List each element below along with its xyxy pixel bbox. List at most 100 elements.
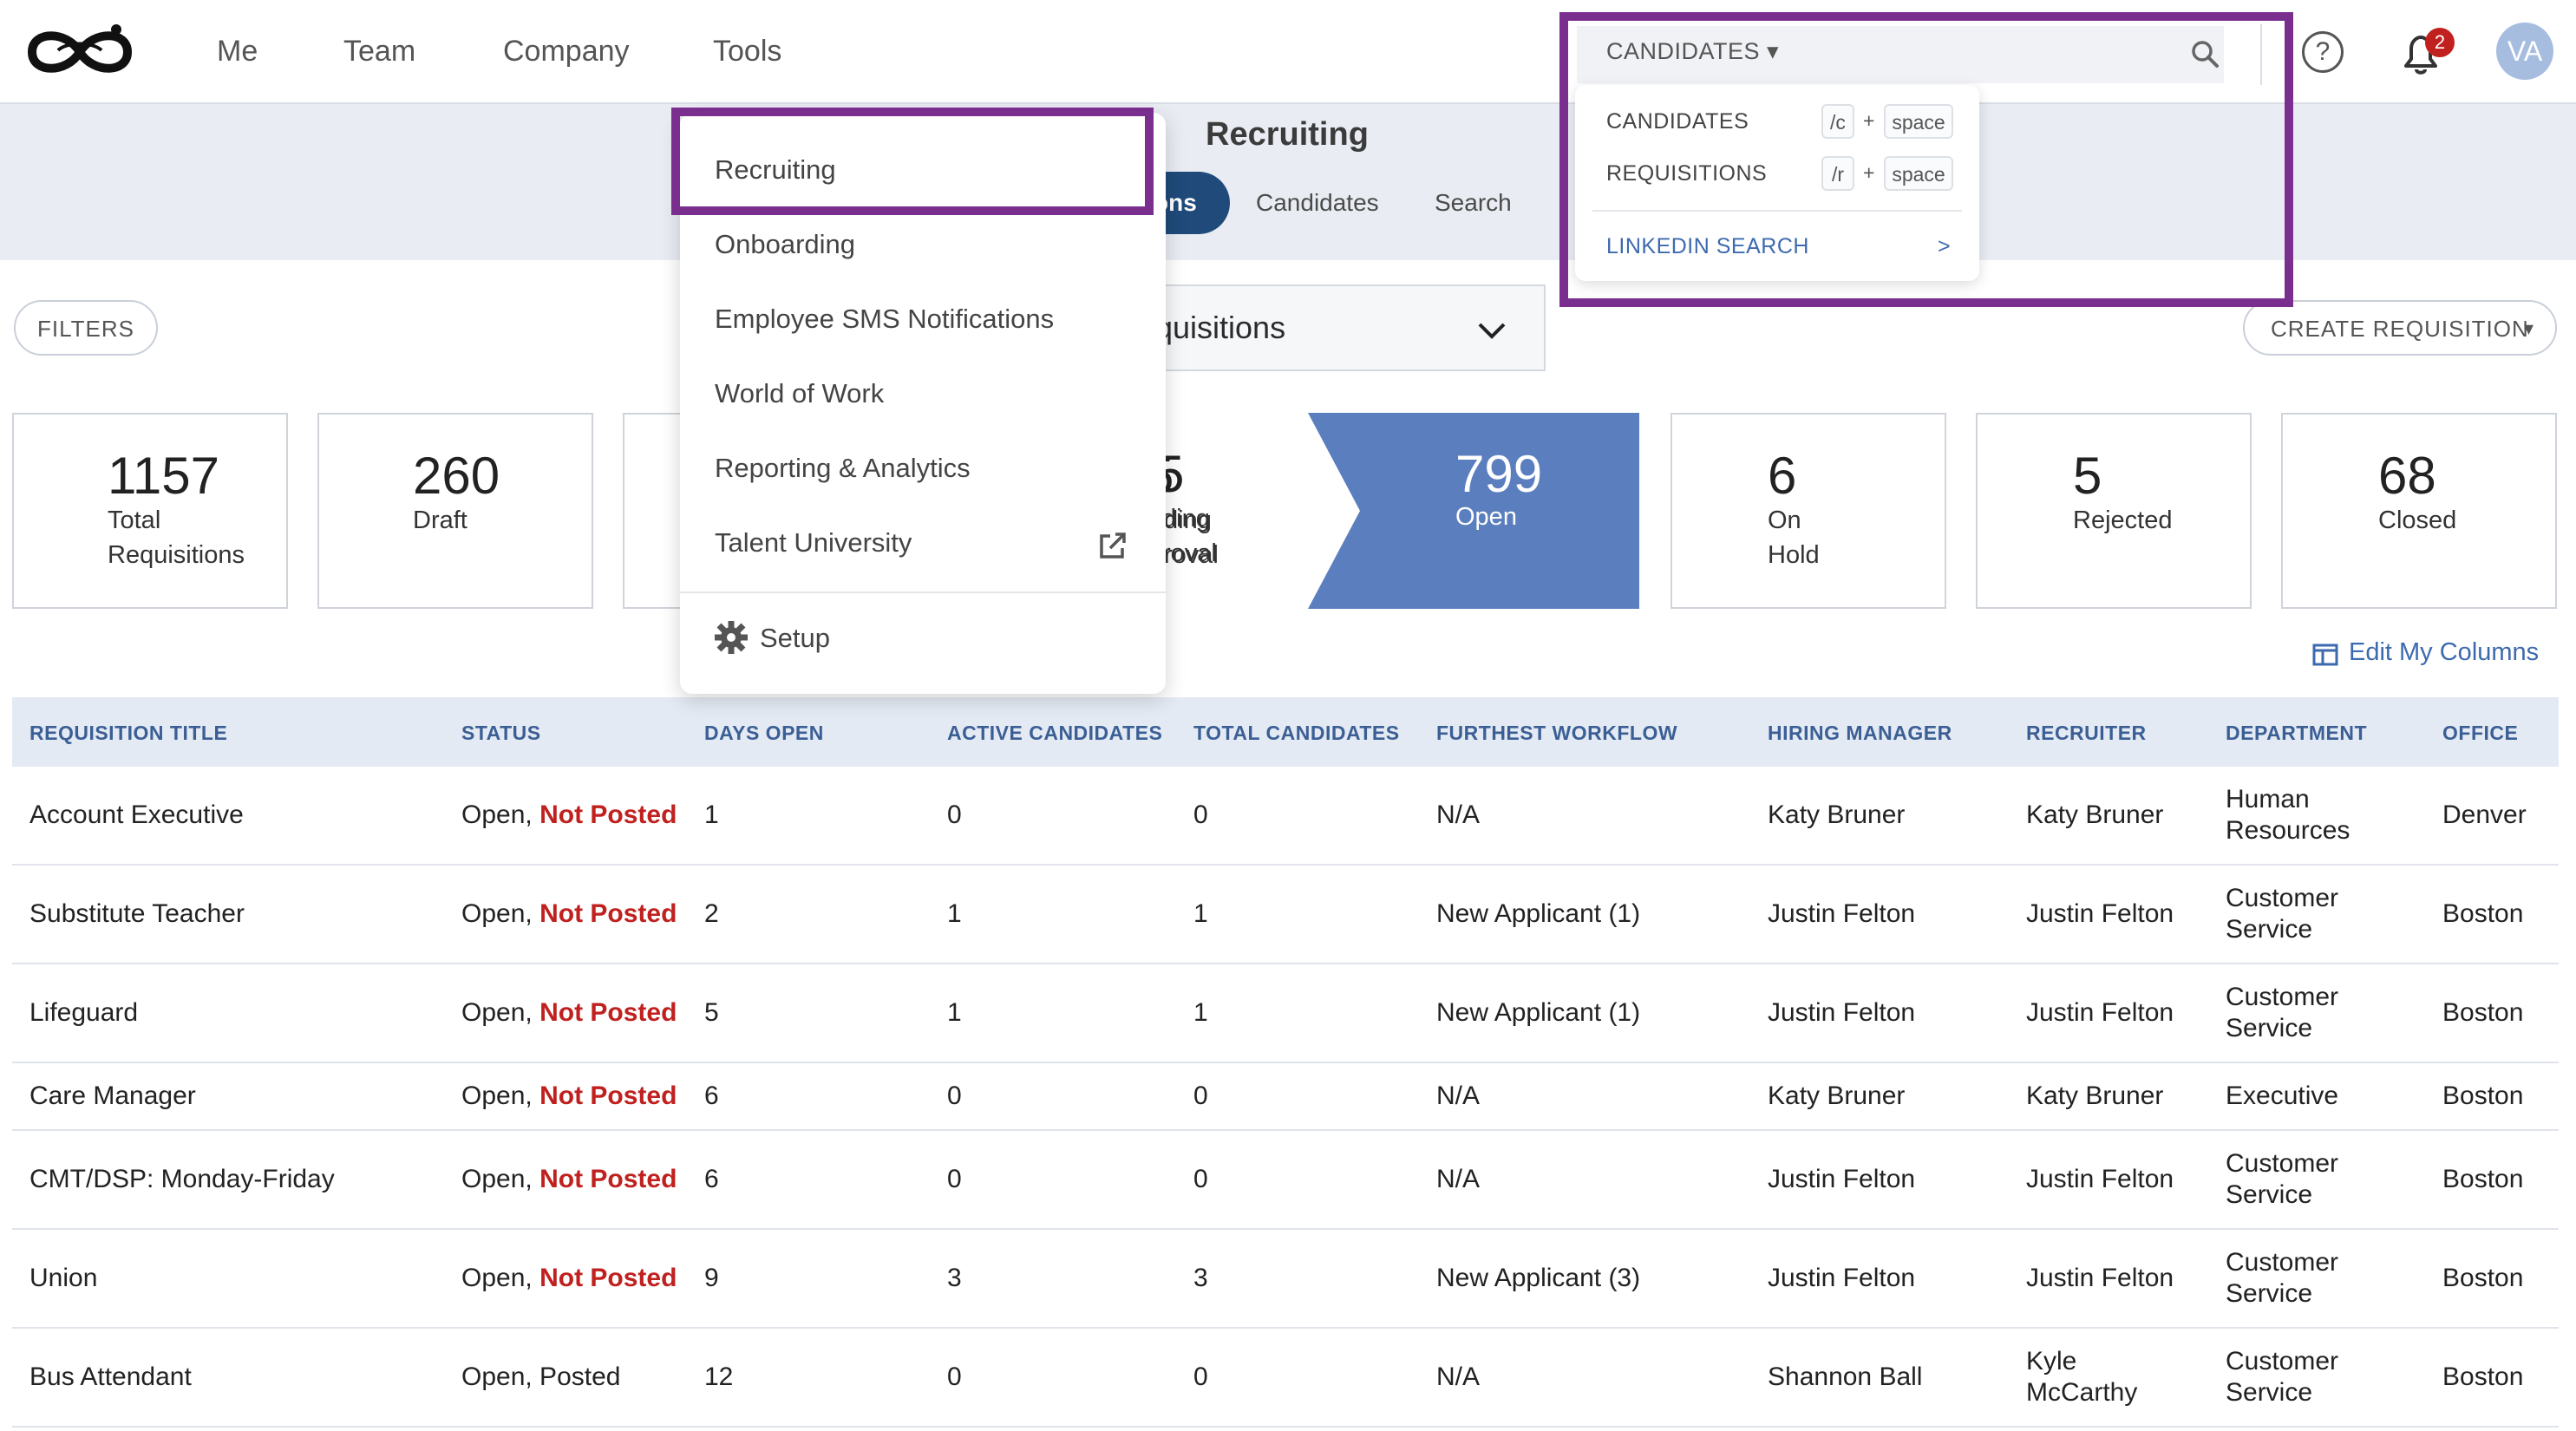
stat-value: 68 <box>2378 447 2436 505</box>
header-total-candidates[interactable]: TOTAL CANDIDATES <box>1193 722 1400 745</box>
cell-workflow: N/A <box>1436 1081 1481 1110</box>
cell-hiring-manager: Justin Felton <box>1768 1165 1916 1193</box>
menu-item-employee-sms[interactable]: Employee SMS Notifications <box>715 304 1054 335</box>
cell-days-open: 12 <box>704 1362 734 1391</box>
menu-item-onboarding[interactable]: Onboarding <box>715 229 855 260</box>
stat-value: 5 <box>2073 447 2102 505</box>
stat-label: Rejected <box>2073 506 2173 534</box>
cell-hiring-manager: Justin Felton <box>1768 899 1916 928</box>
infinity-logo-icon[interactable] <box>19 17 141 87</box>
caret-down-icon: ▾ <box>2524 317 2535 339</box>
table-row[interactable]: Account Executive Open, Not Posted 1 0 0… <box>12 767 2559 866</box>
tab-candidates[interactable]: Candidates <box>1256 189 1379 217</box>
cell-total-candidates: 3 <box>1193 1264 1208 1292</box>
cell-title[interactable]: Union <box>29 1263 97 1294</box>
cell-total-candidates: 0 <box>1193 800 1208 829</box>
cell-department: Customer Service <box>2226 1248 2339 1308</box>
cell-title[interactable]: CMT/DSP: Monday-Friday <box>29 1164 335 1195</box>
highlight-recruiting <box>671 108 1154 215</box>
header-requisition-title[interactable]: REQUISITION TITLE <box>29 722 227 745</box>
header-recruiter[interactable]: RECRUITER <box>2026 722 2147 745</box>
stat-card-rejected[interactable]: 5 Rejected <box>1976 413 2252 609</box>
gear-icon <box>715 621 748 654</box>
notification-count-badge: 2 <box>2425 28 2455 57</box>
table-row[interactable]: Care Manager Open, Not Posted 6 0 0 N/A … <box>12 1063 2559 1131</box>
table-row[interactable]: Lifeguard Open, Not Posted 5 1 1 New App… <box>12 964 2559 1063</box>
user-avatar[interactable]: VA <box>2496 23 2553 80</box>
cell-days-open: 5 <box>704 998 719 1027</box>
stat-card-draft[interactable]: 260 Draft <box>317 413 593 609</box>
cell-department: Executive <box>2226 1081 2339 1110</box>
cell-hiring-manager: Justin Felton <box>1768 1264 1916 1292</box>
cell-status: Open, Not Posted <box>461 1165 677 1193</box>
create-requisition-button[interactable]: CREATE REQUISITION ▾ <box>2243 300 2557 356</box>
cell-status: Open, Not Posted <box>461 800 677 829</box>
help-icon[interactable]: ? <box>2302 31 2344 73</box>
cell-recruiter: Justin Felton <box>2026 998 2174 1027</box>
cell-title[interactable]: Bus Attendant <box>29 1362 192 1393</box>
columns-icon[interactable] <box>2312 642 2338 668</box>
menu-item-reporting-analytics[interactable]: Reporting & Analytics <box>715 453 971 484</box>
cell-active-candidates: 0 <box>947 800 962 829</box>
cell-hiring-manager: Katy Bruner <box>1768 800 1906 829</box>
edit-my-columns-link[interactable]: Edit My Columns <box>2349 638 2539 667</box>
header-department[interactable]: DEPARTMENT <box>2226 722 2367 745</box>
stat-card-total[interactable]: 1157 Total Requisitions <box>12 413 288 609</box>
cell-status: Open, Not Posted <box>461 998 677 1027</box>
cell-office: Boston <box>2442 1264 2524 1292</box>
table-row[interactable]: Substitute Teacher Open, Not Posted 2 1 … <box>12 866 2559 964</box>
stat-label: Closed <box>2378 506 2457 534</box>
cell-days-open: 1 <box>704 800 719 829</box>
cell-total-candidates: 0 <box>1193 1165 1208 1193</box>
header-active-candidates[interactable]: ACTIVE CANDIDATES <box>947 722 1162 745</box>
nav-company[interactable]: Company <box>503 35 630 69</box>
cell-workflow: New Applicant (3) <box>1436 1264 1641 1292</box>
cell-title[interactable]: Care Manager <box>29 1081 196 1112</box>
table-row[interactable]: CMT/DSP: Monday-Friday Open, Not Posted … <box>12 1131 2559 1230</box>
cell-recruiter: Justin Felton <box>2026 1264 2174 1292</box>
menu-item-talent-university[interactable]: Talent University <box>715 527 912 559</box>
header-hiring-manager[interactable]: HIRING MANAGER <box>1768 722 1952 745</box>
pending-label-visible: ding roval <box>1162 505 1217 567</box>
header-office[interactable]: OFFICE <box>2442 722 2518 745</box>
cell-department: Customer Service <box>2226 884 2339 944</box>
nav-tools[interactable]: Tools <box>713 35 781 69</box>
cell-workflow: New Applicant (1) <box>1436 899 1641 928</box>
cell-hiring-manager: Justin Felton <box>1768 998 1916 1027</box>
stat-card-closed[interactable]: 68 Closed <box>2281 413 2557 609</box>
cell-days-open: 6 <box>704 1165 719 1193</box>
table-row[interactable]: Bus Attendant Open, Posted 12 0 0 N/A Sh… <box>12 1329 2559 1428</box>
cell-total-candidates: 0 <box>1193 1362 1208 1391</box>
nav-me[interactable]: Me <box>217 35 258 69</box>
cell-status: Open, Not Posted <box>461 899 677 928</box>
stat-card-on-hold[interactable]: 6 On Hold <box>1670 413 1946 609</box>
cell-title[interactable]: Substitute Teacher <box>29 898 245 930</box>
cell-total-candidates: 1 <box>1193 899 1208 928</box>
cell-total-candidates: 0 <box>1193 1081 1208 1110</box>
menu-item-setup[interactable]: Setup <box>760 623 830 654</box>
cell-active-candidates: 1 <box>947 899 962 928</box>
header-furthest-workflow[interactable]: FURTHEST WORKFLOW <box>1436 722 1677 745</box>
cell-title[interactable]: Account Executive <box>29 800 244 831</box>
chevron-down-icon[interactable] <box>1474 317 1509 343</box>
stat-value: 1157 <box>108 447 220 505</box>
menu-item-world-of-work[interactable]: World of Work <box>715 378 884 409</box>
cell-workflow: N/A <box>1436 800 1481 829</box>
stat-open-label: Open <box>1455 503 1517 531</box>
cell-status: Open, Not Posted <box>461 1081 677 1110</box>
cell-department: Customer Service <box>2226 1347 2339 1407</box>
filters-button[interactable]: FILTERS <box>14 300 158 356</box>
header-status[interactable]: STATUS <box>461 722 541 745</box>
tab-search[interactable]: Search <box>1435 189 1512 217</box>
table-header: REQUISITION TITLE STATUS DAYS OPEN ACTIV… <box>12 697 2559 767</box>
stat-value: 6 <box>1768 447 1797 505</box>
cell-days-open: 9 <box>704 1264 719 1292</box>
nav-team[interactable]: Team <box>343 35 415 69</box>
table-row[interactable]: Union Open, Not Posted 9 3 3 New Applica… <box>12 1230 2559 1329</box>
cell-hiring-manager: Shannon Ball <box>1768 1362 1923 1391</box>
cell-workflow: N/A <box>1436 1165 1481 1193</box>
stat-value: 260 <box>413 447 500 505</box>
header-days-open[interactable]: DAYS OPEN <box>704 722 824 745</box>
cell-title[interactable]: Lifeguard <box>29 997 138 1029</box>
stat-label: Total Requisitions <box>108 506 245 569</box>
